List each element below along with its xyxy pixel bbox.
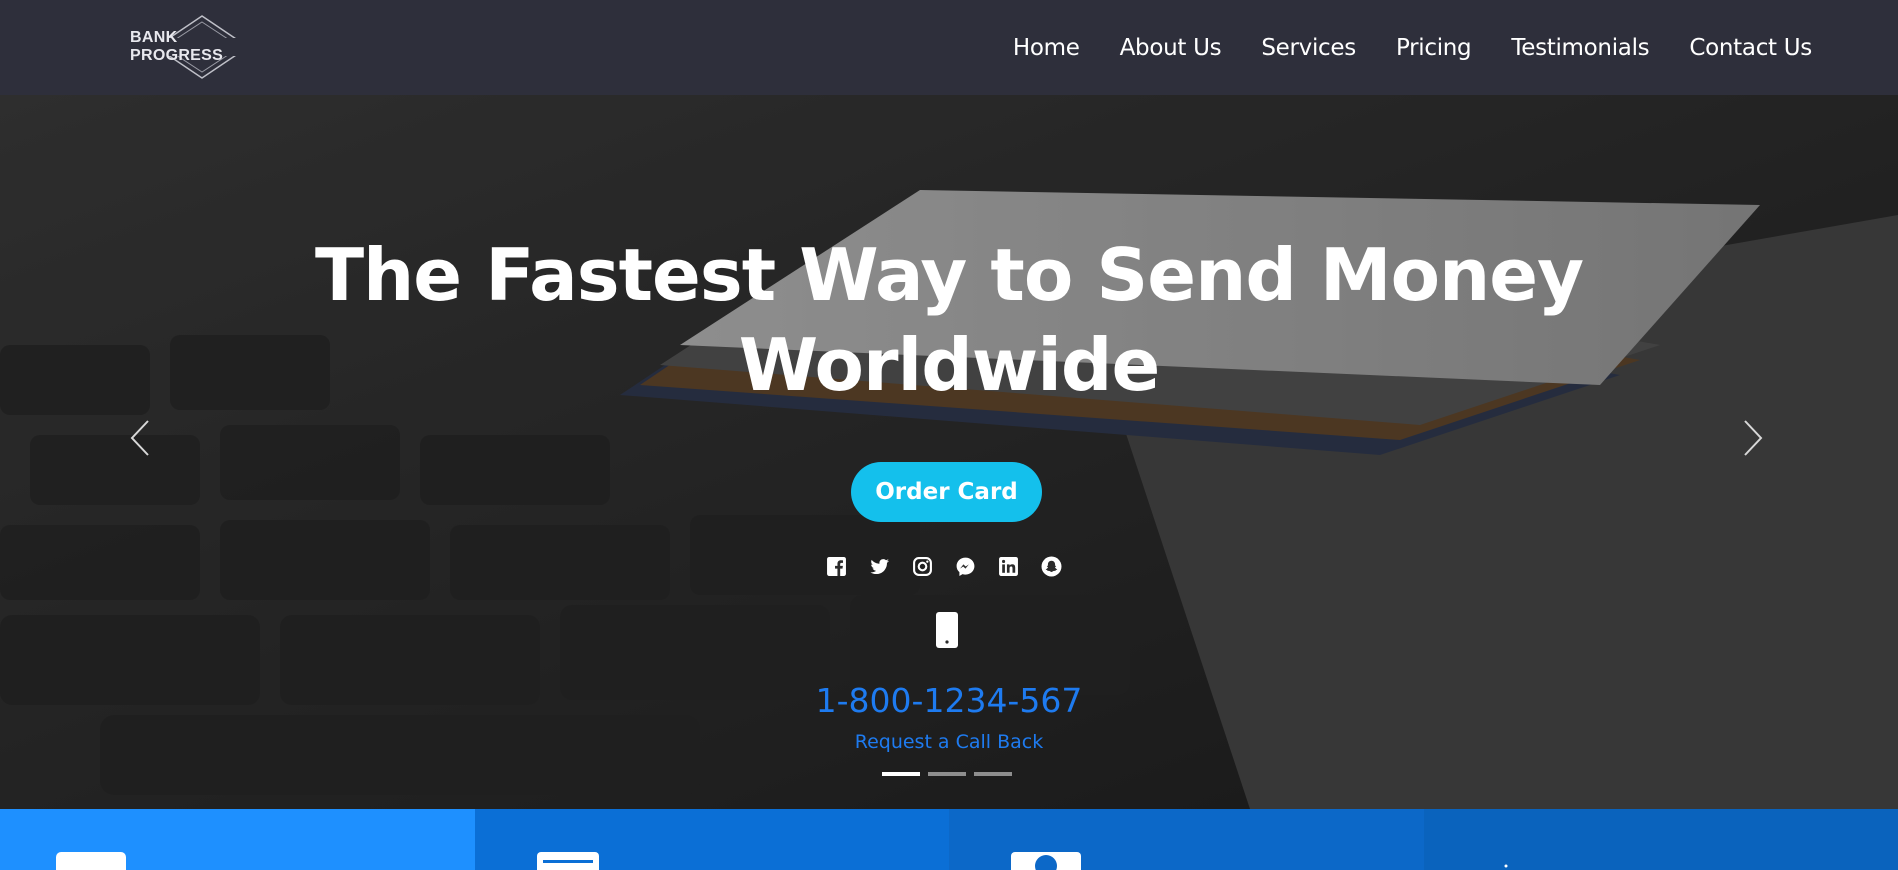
nav-about-us[interactable]: About Us xyxy=(1120,35,1222,61)
carousel-indicator[interactable] xyxy=(882,772,920,776)
carousel-indicator[interactable] xyxy=(974,772,1012,776)
feature-strip xyxy=(0,809,1898,870)
brand-logo[interactable]: BANK PROGRESS xyxy=(130,14,275,80)
logo-text: BANK PROGRESS xyxy=(130,29,224,64)
carousel-indicator[interactable] xyxy=(928,772,966,776)
nav-contact-us[interactable]: Contact Us xyxy=(1689,35,1812,61)
request-call-back-link[interactable]: Request a Call Back xyxy=(0,731,1898,753)
hero-title-line-1: The Fastest Way to Send Money xyxy=(314,233,1584,317)
feature-card[interactable] xyxy=(474,809,949,870)
snapchat-icon[interactable] xyxy=(1041,556,1062,577)
globe-card-icon xyxy=(1011,852,1081,870)
carousel-indicators xyxy=(882,772,1012,776)
twitter-icon[interactable] xyxy=(869,556,890,577)
feature-card[interactable] xyxy=(1423,809,1898,870)
facebook-icon[interactable] xyxy=(826,556,847,577)
main-nav: Home About Us Services Pricing Testimoni… xyxy=(1013,0,1812,95)
document-icon xyxy=(536,852,599,870)
feature-card[interactable] xyxy=(949,809,1424,870)
social-links xyxy=(826,556,1062,577)
carousel-prev-button[interactable] xyxy=(120,413,160,463)
mobile-phone-icon xyxy=(936,612,958,648)
nav-services[interactable]: Services xyxy=(1261,35,1356,61)
carousel-next-button[interactable] xyxy=(1733,413,1773,463)
chevron-left-icon xyxy=(130,420,149,456)
card-icon xyxy=(56,852,126,870)
hero-title-line-2: Worldwide xyxy=(738,323,1161,407)
hero-title: The Fastest Way to Send Money Worldwide xyxy=(0,230,1898,410)
chevron-right-icon xyxy=(1744,420,1763,456)
hero-carousel: The Fastest Way to Send Money Worldwide … xyxy=(0,95,1898,809)
navbar: BANK PROGRESS Home About Us Services Pri… xyxy=(0,0,1898,95)
feature-card[interactable] xyxy=(0,809,475,870)
order-card-button[interactable]: Order Card xyxy=(851,462,1042,522)
linkedin-icon[interactable] xyxy=(998,556,1019,577)
nav-home[interactable]: Home xyxy=(1013,35,1080,61)
instagram-icon[interactable] xyxy=(912,556,933,577)
nav-pricing[interactable]: Pricing xyxy=(1396,35,1472,61)
arrow-icon xyxy=(1504,864,1507,868)
nav-testimonials[interactable]: Testimonials xyxy=(1511,35,1649,61)
messenger-icon[interactable] xyxy=(955,556,976,577)
phone-number-link[interactable]: 1-800-1234-567 xyxy=(0,681,1898,720)
